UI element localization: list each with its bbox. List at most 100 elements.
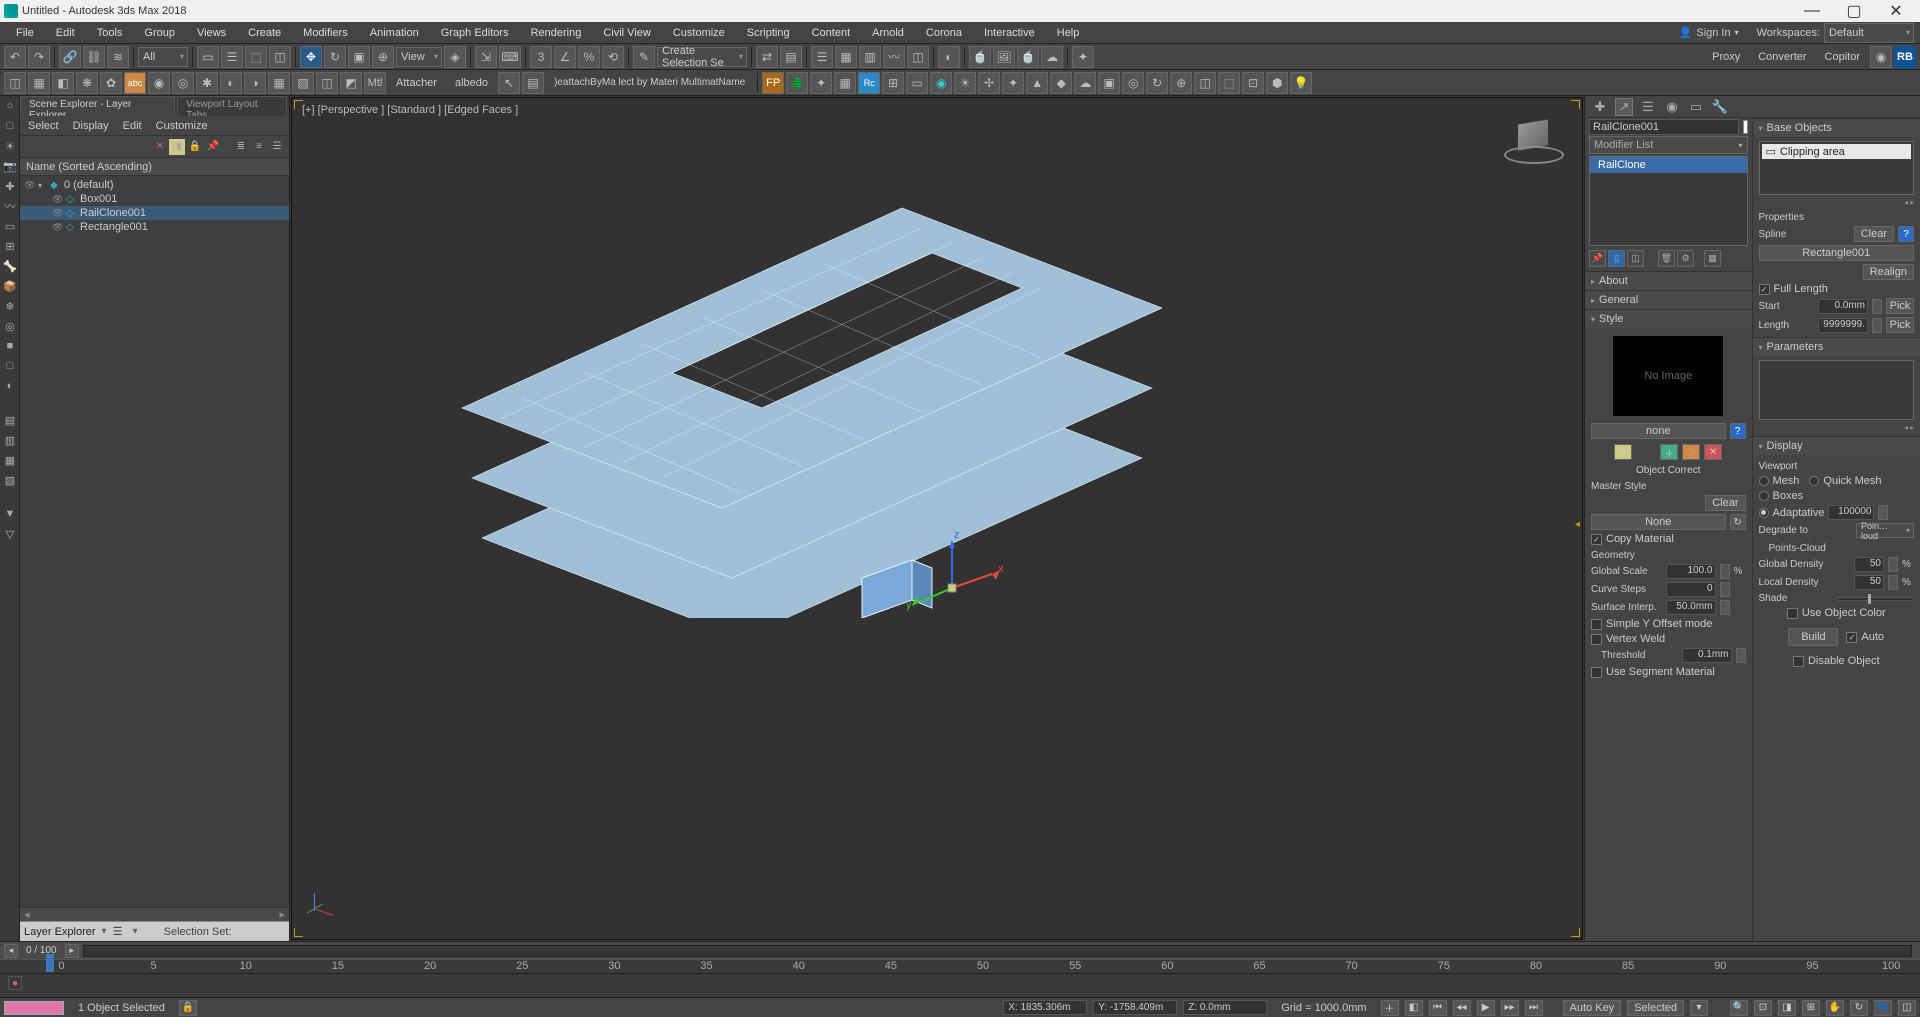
- layer-icon[interactable]: ☰: [269, 139, 285, 155]
- named-sel-dropdown[interactable]: Create Selection Se: [657, 47, 747, 67]
- menu-views[interactable]: Views: [187, 27, 236, 39]
- fp-button[interactable]: FP: [762, 72, 784, 94]
- helper-button[interactable]: ✦: [1072, 46, 1094, 68]
- percent-snap-button[interactable]: %: [578, 46, 600, 68]
- type-group-icon[interactable]: ▭: [2, 218, 18, 234]
- spinner-icon[interactable]: [1878, 505, 1888, 520]
- rollout-style[interactable]: ▾Style: [1585, 310, 1752, 328]
- workspace-dropdown[interactable]: Default: [1824, 23, 1914, 43]
- tree-icon-button[interactable]: 🌲: [786, 72, 808, 94]
- type-shape-icon[interactable]: □: [2, 118, 18, 134]
- nav-orbit-icon[interactable]: ↻: [1850, 1000, 1868, 1016]
- filter-2-icon[interactable]: ▥: [2, 432, 18, 448]
- track-record-icon[interactable]: ●: [8, 976, 22, 990]
- menu-graph-editors[interactable]: Graph Editors: [431, 27, 519, 39]
- shade-slider[interactable]: [1837, 597, 1914, 601]
- tool2-btn-7[interactable]: ◉: [148, 72, 170, 94]
- script-icon-button[interactable]: ▤: [522, 72, 544, 94]
- tool2-btn-8[interactable]: ◎: [172, 72, 194, 94]
- tool2-btn-39[interactable]: ⬢: [1266, 72, 1288, 94]
- mirror-button[interactable]: ⇄: [756, 46, 778, 68]
- spinner-icon[interactable]: [1888, 575, 1898, 590]
- menu-corona[interactable]: Corona: [916, 27, 972, 39]
- menu-modifiers[interactable]: Modifiers: [293, 27, 358, 39]
- style-info-button[interactable]: ?: [1730, 423, 1746, 439]
- spinner-icon[interactable]: [1888, 557, 1898, 572]
- tool2-btn-1[interactable]: ◫: [4, 72, 26, 94]
- type-invert-icon[interactable]: ◐: [2, 378, 18, 394]
- tool2-btn-38[interactable]: ⊡: [1242, 72, 1264, 94]
- tool2-btn-12[interactable]: ▦: [268, 72, 290, 94]
- object-name-input[interactable]: [1589, 119, 1739, 135]
- master-refresh-icon[interactable]: ↻: [1730, 514, 1746, 530]
- ref-coord-dropdown[interactable]: View: [396, 47, 442, 67]
- filter-4-icon[interactable]: ▧: [2, 472, 18, 488]
- menu-file[interactable]: File: [6, 27, 44, 39]
- se-menu-select[interactable]: Select: [28, 120, 59, 132]
- time-track[interactable]: [83, 945, 1912, 957]
- stack-options-icon[interactable]: ▦: [1704, 250, 1721, 267]
- master-clear-button[interactable]: Clear: [1705, 495, 1745, 511]
- bind-button[interactable]: ≋: [107, 46, 129, 68]
- snap-toggle-button[interactable]: 3: [530, 46, 552, 68]
- tool2-btn-6[interactable]: abc: [124, 72, 146, 94]
- chevron-down-icon[interactable]: ▾: [133, 926, 138, 937]
- tool2-btn-21[interactable]: ▦: [834, 72, 856, 94]
- tree-item[interactable]: 👁 ◇ RailClone001: [20, 206, 289, 220]
- tool2-btn-27[interactable]: ✢: [978, 72, 1000, 94]
- list-left-icon[interactable]: ◂: [1904, 198, 1908, 207]
- manipulate-button[interactable]: ⇲: [475, 46, 497, 68]
- menu-animation[interactable]: Animation: [360, 27, 429, 39]
- tool2-btn-11[interactable]: ◑: [244, 72, 266, 94]
- type-none-icon[interactable]: □: [2, 358, 18, 374]
- menu-rendering[interactable]: Rendering: [521, 27, 592, 39]
- isolate-icon[interactable]: ◧: [1405, 1000, 1423, 1016]
- play-icon[interactable]: ▶: [1477, 1000, 1495, 1016]
- tool2-btn-32[interactable]: ▣: [1098, 72, 1120, 94]
- hierarchy-tab-icon[interactable]: ☰: [1639, 98, 1657, 116]
- nav-walk-icon[interactable]: 👣: [1874, 1000, 1892, 1016]
- nav-zoom-all-icon[interactable]: ⊡: [1754, 1000, 1772, 1016]
- tool2-btn-5[interactable]: ✿: [100, 72, 122, 94]
- auto-key-button[interactable]: Auto Key: [1563, 1000, 1622, 1016]
- threshold-input[interactable]: 0.1mm: [1682, 648, 1732, 663]
- layer-stack-icon[interactable]: ☰: [113, 925, 127, 939]
- time-slider[interactable]: ◂ 0 / 100 ▸: [0, 941, 1920, 959]
- type-bone-icon[interactable]: 🦴: [2, 258, 18, 274]
- scene-explorer-button[interactable]: ▦: [835, 46, 857, 68]
- list-left-icon[interactable]: ◂: [1904, 423, 1908, 432]
- layer-add-icon[interactable]: ≣: [233, 139, 249, 155]
- simple-y-checkbox[interactable]: [1591, 619, 1602, 630]
- tool2-btn-3[interactable]: ◧: [52, 72, 74, 94]
- close-button[interactable]: ✕: [1876, 1, 1916, 21]
- converter-button[interactable]: Converter: [1750, 51, 1814, 63]
- move-button[interactable]: ✥: [300, 46, 322, 68]
- modifier-stack[interactable]: RailClone: [1589, 156, 1748, 246]
- use-obj-color-checkbox[interactable]: [1787, 608, 1798, 619]
- eye-icon[interactable]: 👁: [24, 180, 36, 191]
- use-segment-checkbox[interactable]: [1591, 667, 1602, 678]
- select-name-button[interactable]: ☰: [221, 46, 243, 68]
- funnel-icon[interactable]: ▼: [2, 506, 18, 522]
- angle-snap-button[interactable]: ∠: [554, 46, 576, 68]
- tool2-btn-36[interactable]: ◫: [1194, 72, 1216, 94]
- adaptive-radio[interactable]: [1759, 508, 1769, 518]
- coord-x[interactable]: X: 1835.306m: [1003, 1000, 1087, 1015]
- type-camera-icon[interactable]: 📷: [2, 158, 18, 174]
- select-region-button[interactable]: ⬚: [245, 46, 267, 68]
- list-right-icon[interactable]: ▸: [1910, 423, 1914, 432]
- filter-1-icon[interactable]: ▤: [2, 412, 18, 428]
- maximize-button[interactable]: ▢: [1834, 1, 1874, 21]
- spinner-icon[interactable]: [1872, 318, 1882, 333]
- type-xref-icon[interactable]: ⊞: [2, 238, 18, 254]
- start-input[interactable]: 0.0mm: [1818, 299, 1868, 314]
- column-header[interactable]: Name (Sorted Ascending): [20, 158, 289, 176]
- rollout-about[interactable]: ▸About: [1585, 272, 1752, 290]
- menu-civil-view[interactable]: Civil View: [593, 27, 660, 39]
- type-hidden-icon[interactable]: ◎: [2, 318, 18, 334]
- tool2-btn-20[interactable]: ✦: [810, 72, 832, 94]
- rb-icon-button[interactable]: ◉: [1870, 46, 1892, 68]
- chevron-down-icon[interactable]: ▾: [102, 926, 107, 937]
- gd-input[interactable]: 50: [1854, 557, 1884, 572]
- clear-filter-icon[interactable]: ✕: [153, 140, 167, 154]
